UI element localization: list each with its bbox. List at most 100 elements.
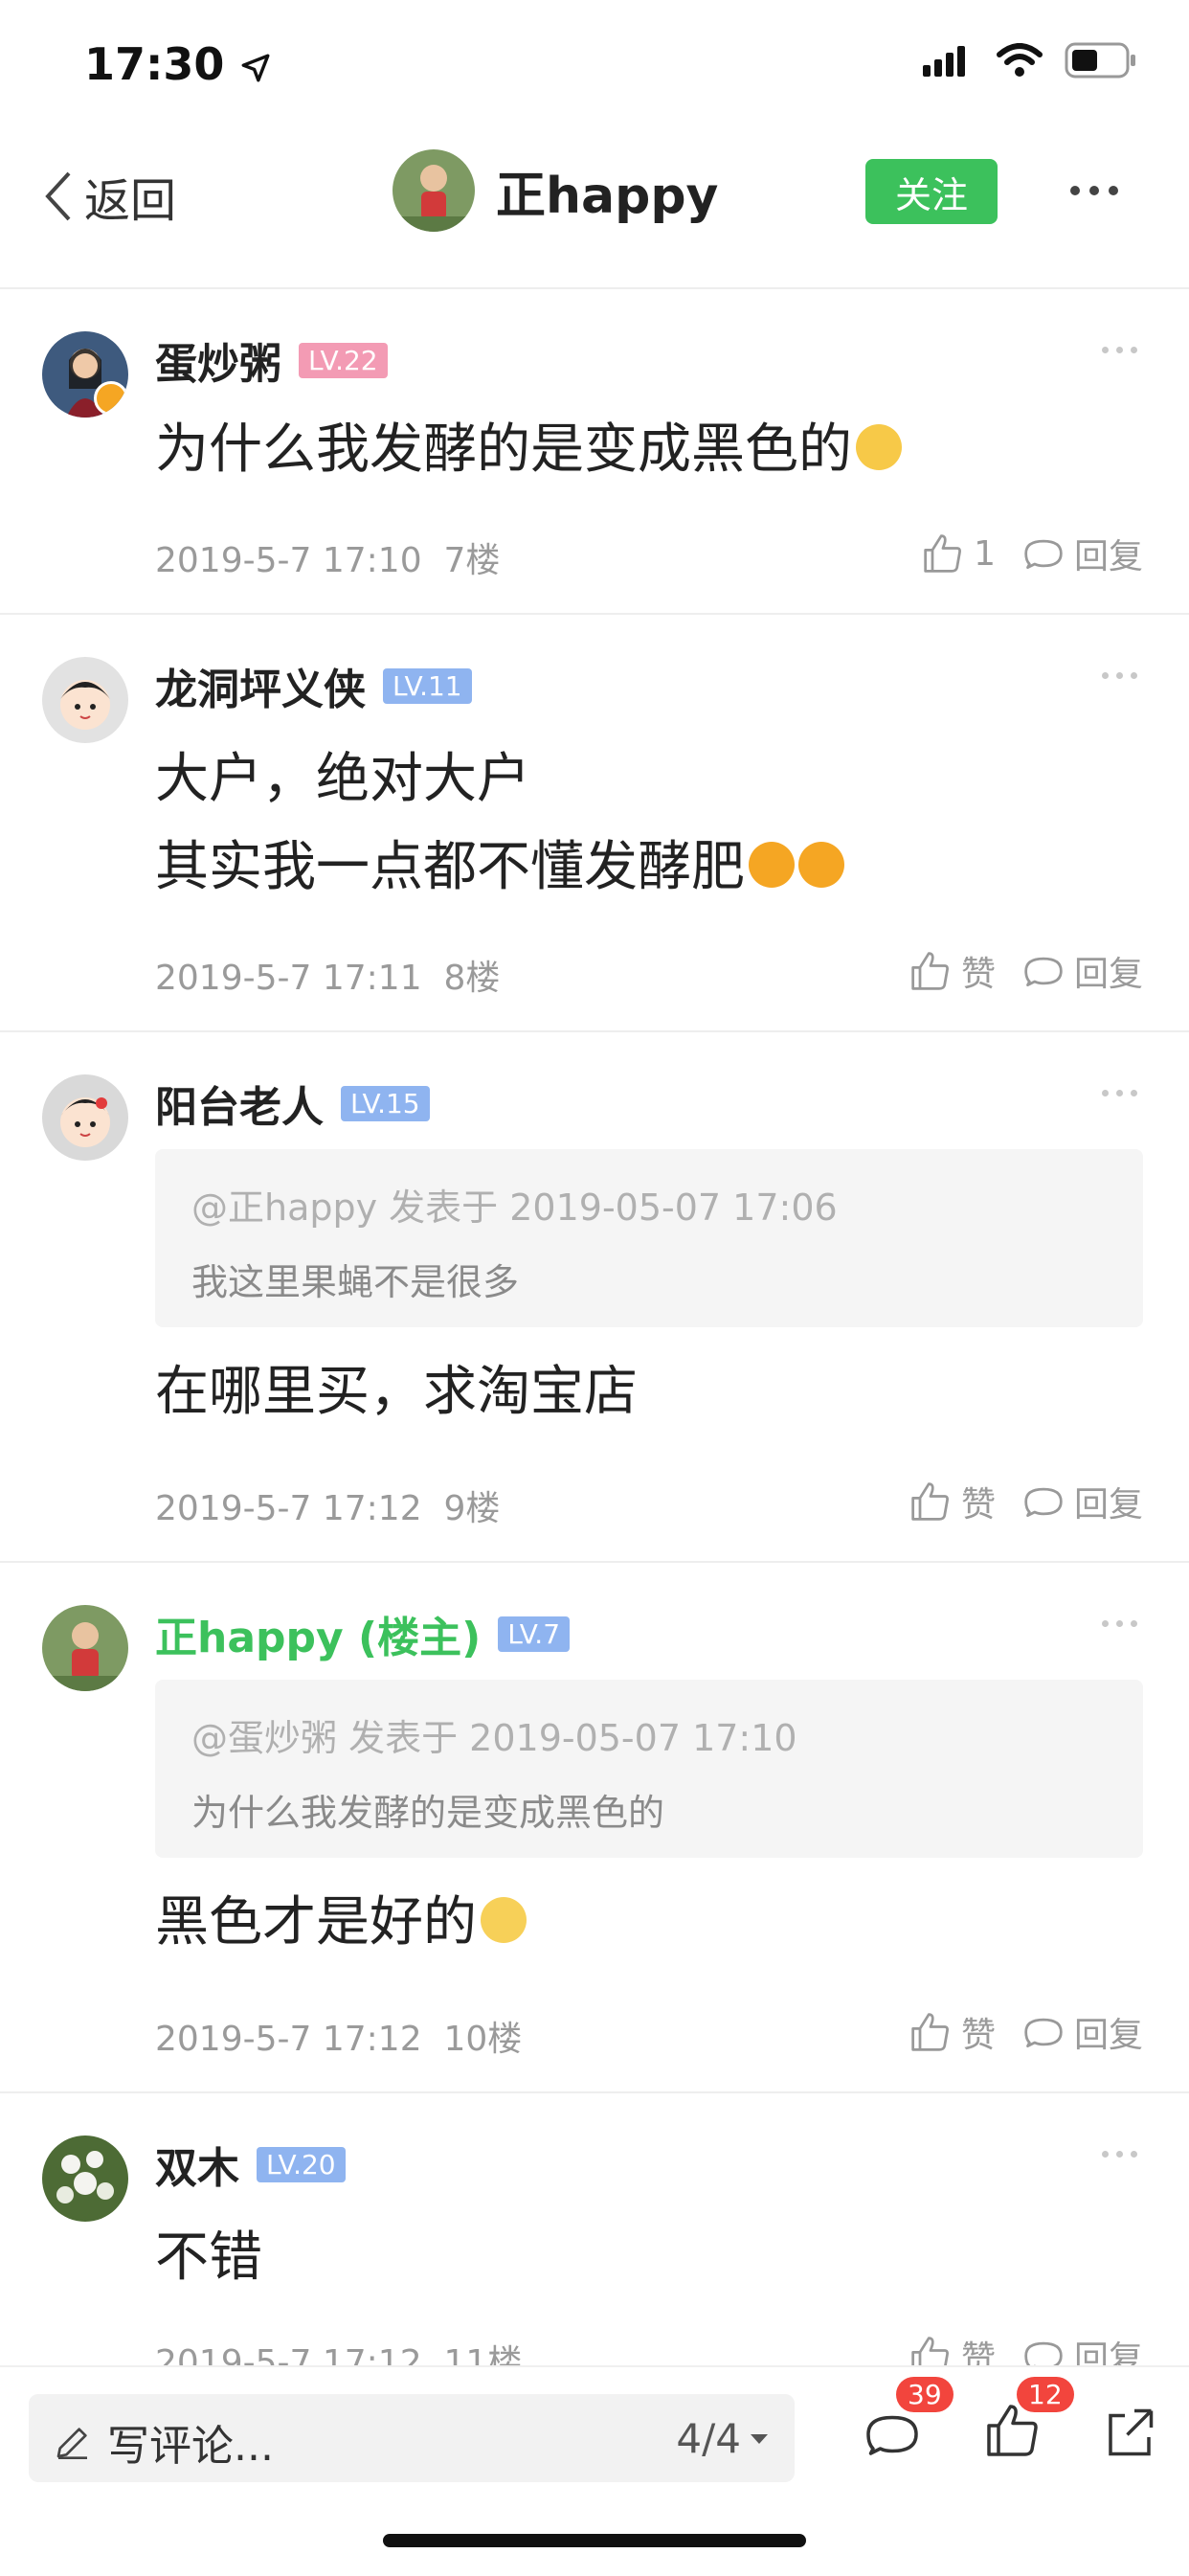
nav-title: 正happy	[496, 167, 719, 225]
username[interactable]: 双木 LV.20	[155, 2134, 346, 2195]
like-label: 赞	[960, 1485, 996, 1525]
post-meta: 2019-5-7 17:12 10楼	[155, 2011, 522, 2061]
username[interactable]: 阳台老人 LV.15	[155, 1073, 430, 1134]
post-floor: 8楼	[443, 959, 501, 998]
comment-bubble-icon	[1024, 957, 1063, 987]
like-button[interactable]: 赞	[909, 1477, 996, 1526]
share-icon	[1109, 2408, 1154, 2456]
thumbs-up-icon	[911, 2013, 949, 2051]
level-badge: LV.15	[341, 1085, 430, 1121]
post-meta: 2019-5-7 17:10 7楼	[155, 532, 500, 582]
post-content: 黑色才是好的	[155, 1879, 527, 1967]
post-content: 在哪里买，求淘宝店	[155, 1348, 638, 1436]
like-button[interactable]: 赞	[909, 946, 996, 996]
username-text: 蛋炒粥	[155, 340, 281, 389]
username[interactable]: 正happy (楼主) LV.7	[155, 1603, 571, 1664]
avatar[interactable]	[42, 1074, 128, 1161]
avatar[interactable]	[42, 1605, 128, 1691]
quoted-reply[interactable]: @蛋炒粥 发表于 2019-05-07 17:10 为什么我发酵的是变成黑色的	[155, 1680, 1143, 1858]
wifi-icon	[997, 43, 1043, 77]
quote-header: @蛋炒粥 发表于 2019-05-07 17:10	[191, 1717, 797, 1759]
page-selector[interactable]: 4/4	[676, 2415, 770, 2462]
verified-badge-icon	[94, 381, 128, 416]
comment-bubble-icon	[1024, 1487, 1063, 1518]
status-time-text: 17:30	[84, 38, 225, 90]
username[interactable]: 龙洞坪义侠 LV.11	[155, 655, 472, 716]
reply-button[interactable]: 回复	[1022, 946, 1143, 996]
battery-icon	[1065, 42, 1135, 79]
cellular-signal-icon	[923, 46, 965, 77]
post-menu-icon[interactable]	[1102, 1620, 1137, 1627]
like-count-badge: 12	[1017, 2377, 1074, 2412]
post-menu-icon[interactable]	[1102, 2151, 1137, 2158]
content-line: 不错	[155, 2226, 262, 2289]
caret-down-icon	[751, 2433, 768, 2444]
like-button[interactable]: 1	[922, 532, 996, 575]
smiling-face-emoji-icon	[798, 841, 844, 888]
quoted-reply[interactable]: @正happy 发表于 2019-05-07 17:06 我这里果蝇不是很多	[155, 1149, 1143, 1327]
author-avatar[interactable]	[393, 149, 475, 232]
content-line-with-emoji: 其实我一点都不懂发酵肥	[155, 824, 844, 912]
post-menu-icon[interactable]	[1102, 672, 1137, 679]
post-menu-icon[interactable]	[1102, 347, 1137, 353]
avatar[interactable]	[42, 2135, 128, 2222]
post-actions: 赞 回复	[909, 1477, 1143, 1526]
content-line: 大户，绝对大户	[155, 748, 530, 810]
follow-button[interactable]: 关注	[865, 159, 998, 224]
username-text: 龙洞坪义侠	[155, 666, 366, 714]
reply-button[interactable]: 回复	[1022, 1477, 1143, 1526]
write-comment: 写评论...	[54, 2411, 274, 2473]
reply-button[interactable]: 回复	[1022, 529, 1143, 578]
thumbs-up-icon	[911, 1482, 949, 1521]
like-label: 1	[974, 533, 996, 574]
post-floor: 9楼	[443, 1489, 501, 1528]
home-indicator	[383, 2534, 806, 2547]
post-floor: 10楼	[443, 2020, 523, 2059]
content-line: 为什么我发酵的是变成黑色的	[155, 418, 852, 481]
comment-input[interactable]: 写评论... 4/4	[29, 2394, 795, 2482]
reply-label: 回复	[1073, 955, 1143, 994]
like-button[interactable]: 赞	[909, 2007, 996, 2057]
post-menu-icon[interactable]	[1102, 1090, 1137, 1096]
post-date: 2019-5-7 17:11	[155, 959, 422, 998]
level-badge: LV.20	[257, 2146, 346, 2182]
post-content: 为什么我发酵的是变成黑色的	[155, 406, 902, 494]
avatar[interactable]	[42, 657, 128, 743]
level-badge: LV.7	[498, 1616, 571, 1652]
comments-button[interactable]: 39	[862, 2377, 953, 2467]
like-label: 赞	[960, 955, 996, 994]
thumbs-up-icon	[924, 534, 962, 573]
comment-placeholder: 写评论...	[107, 2422, 274, 2471]
back-button[interactable]: 返回	[42, 163, 176, 230]
share-button[interactable]	[1101, 2404, 1158, 2465]
pencil-icon	[56, 2428, 87, 2459]
nav-center: 正happy	[393, 149, 718, 232]
username[interactable]: 蛋炒粥 LV.22	[155, 329, 388, 391]
page-indicator: 4/4	[676, 2415, 741, 2462]
post-meta: 2019-5-7 17:11 8楼	[155, 950, 500, 1000]
status-time: 17:30	[84, 38, 272, 90]
avatar[interactable]	[42, 331, 128, 418]
username-text: 双木	[155, 2144, 239, 2193]
more-icon[interactable]	[1070, 186, 1118, 195]
post-date: 2019-5-7 17:12	[155, 2020, 422, 2059]
like-label: 赞	[960, 2016, 996, 2055]
username-text: 阳台老人	[155, 1083, 324, 1132]
quote-text: 为什么我发酵的是变成黑色的	[191, 1792, 665, 1834]
reply-label: 回复	[1073, 1485, 1143, 1525]
content-line: 在哪里买，求淘宝店	[155, 1361, 638, 1423]
like-post-button[interactable]: 12	[984, 2377, 1074, 2463]
post-floor-7: 蛋炒粥 LV.22 为什么我发酵的是变成黑色的 2019-5-7 17:10 7…	[0, 289, 1189, 615]
post-floor: 7楼	[443, 541, 501, 580]
comment-bubble-icon	[1024, 2018, 1063, 2048]
content-line: 黑色才是好的	[155, 1891, 477, 1954]
reply-button[interactable]: 回复	[1022, 2007, 1143, 2057]
tired-face-emoji-icon	[856, 423, 902, 470]
post-actions: 1 回复	[922, 529, 1143, 578]
location-arrow-icon	[242, 54, 270, 81]
quote-header: @正happy 发表于 2019-05-07 17:06	[191, 1186, 838, 1229]
quote-text: 我这里果蝇不是很多	[191, 1261, 520, 1303]
comment-bubble-icon	[866, 2415, 918, 2455]
comment-count-badge: 39	[896, 2377, 953, 2412]
post-floor-9: 阳台老人 LV.15 @正happy 发表于 2019-05-07 17:06 …	[0, 1032, 1189, 1563]
